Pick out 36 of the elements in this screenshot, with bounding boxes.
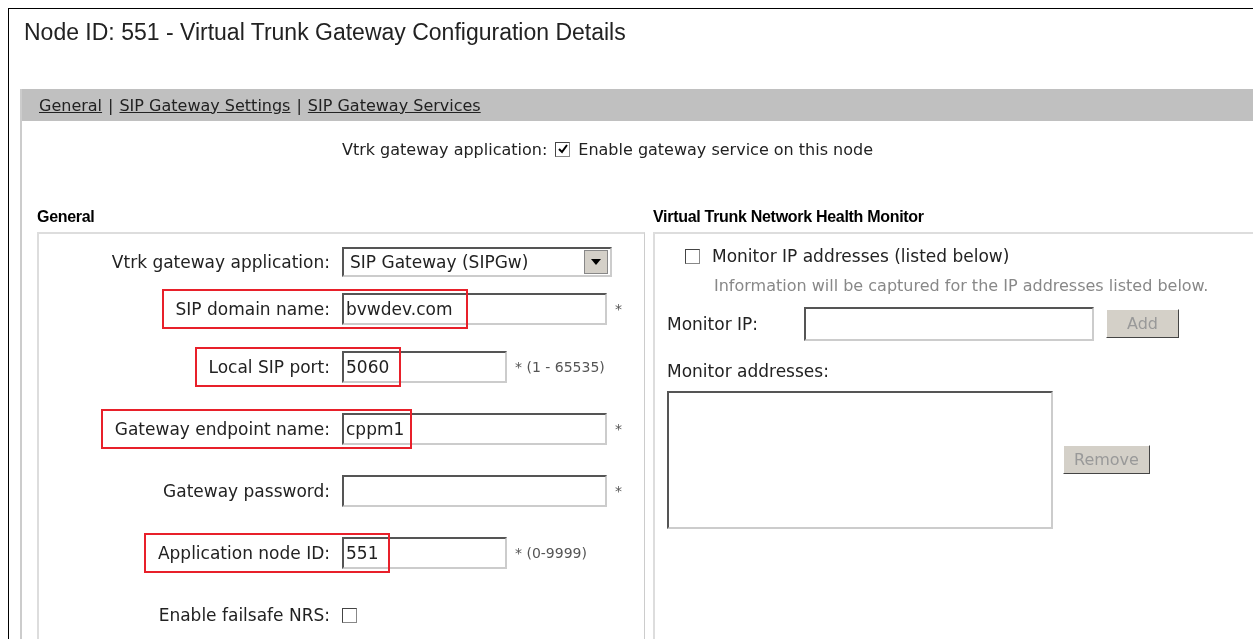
field-hint: * [615,301,622,317]
section-heading: Virtual Trunk Network Health Monitor [653,208,925,227]
field-hint: * [615,483,622,499]
nav-separator: | [296,95,302,115]
checkbox-label: Enable gateway service on this node [578,139,874,159]
field-label: Vtrk gateway application: [111,252,330,272]
checkbox[interactable] [685,248,700,264]
nav-link[interactable]: SIP Gateway Services [307,95,481,115]
text-field[interactable]: 5060 [342,351,507,383]
text-field[interactable]: cppm1 [342,413,607,445]
field-hint: * (1 - 65535) [515,359,605,375]
nav-link[interactable]: SIP Gateway Settings [119,95,291,115]
field-label: Vtrk gateway application: [341,139,548,159]
info-text: Information will be captured for the IP addresses listed below. [714,276,1210,297]
field-label: Enable failsafe NRS: [158,605,330,625]
dropdown[interactable]: SIP Gateway (SIPGw) [342,247,612,277]
nav-separator: | [108,95,114,115]
field-label: Monitor IP: [667,313,760,334]
checkbox[interactable] [555,141,571,157]
field-label: Local SIP port: [208,357,330,377]
checkbox[interactable] [342,607,357,623]
text-field[interactable] [804,306,1094,341]
field-label: Gateway password: [163,481,330,501]
field-label: Monitor addresses: [667,360,830,381]
text-field[interactable]: 551 [342,537,507,569]
section-heading: General [37,208,96,227]
text-field[interactable] [342,475,607,507]
field-label: Gateway endpoint name: [114,419,330,439]
field-label: SIP domain name: [175,299,330,319]
text-field[interactable]: bvwdev.com [342,293,607,325]
page-title: Node ID: 551 - Virtual Trunk Gateway Configuration Details [24,19,627,47]
checkbox-label: Monitor IP addresses (listed below) [712,246,1010,266]
nav-link[interactable]: General [39,95,103,115]
field-label: Application node ID: [157,543,330,563]
field-hint: * (0-9999) [515,545,587,561]
field-hint: * [615,421,622,437]
